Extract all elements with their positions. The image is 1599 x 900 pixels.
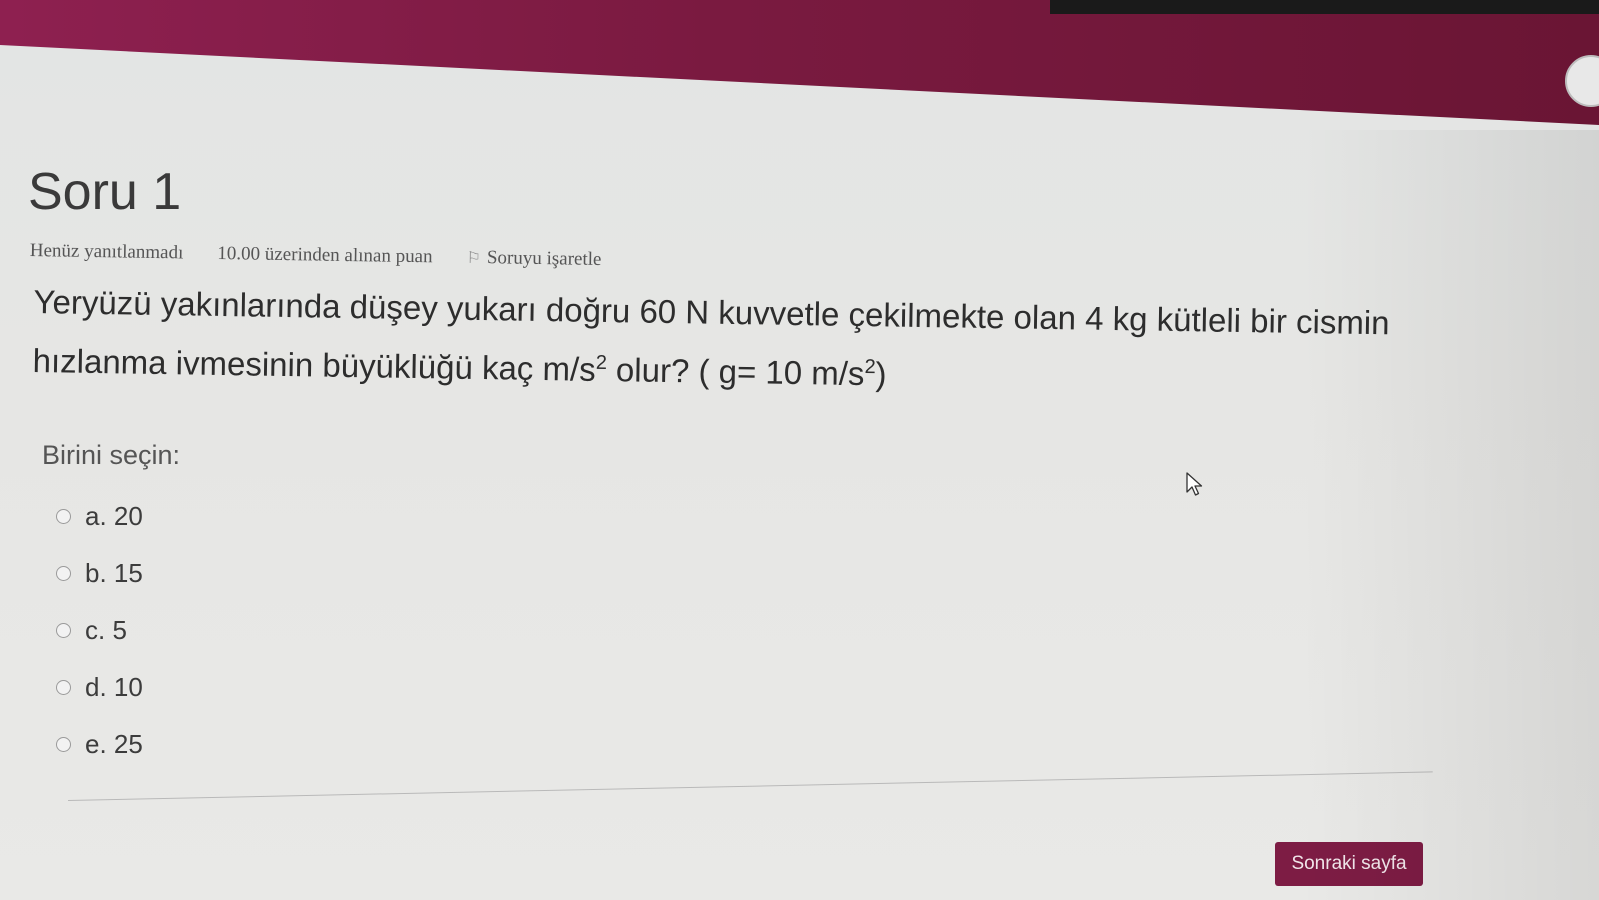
answer-list: a. 20 b. 15 c. 5 d. 10 e. 25 — [56, 488, 143, 773]
answer-option-b[interactable]: b. 15 — [56, 545, 143, 602]
question-title: Soru 1 — [28, 163, 182, 221]
flag-icon: ⚐ — [466, 249, 482, 268]
answer-option-c[interactable]: c. 5 — [56, 602, 143, 659]
answer-prompt: Birini seçin: — [42, 440, 181, 470]
question-text-part2: olur? ( g= 10 m/s — [606, 351, 865, 393]
question-status: Henüz yanıtlanmadı — [29, 240, 184, 264]
question-text-part3: ) — [875, 355, 887, 393]
question-text: Yeryüzü yakınlarında düşey yukarı doğru … — [32, 276, 1484, 410]
answer-label-b: b. 15 — [85, 558, 143, 588]
mouse-cursor-icon — [1186, 472, 1203, 496]
answer-radio-e[interactable] — [56, 737, 71, 752]
answer-label-e: e. 25 — [85, 729, 143, 759]
answer-option-a[interactable]: a. 20 — [56, 488, 143, 545]
answer-radio-b[interactable] — [56, 566, 71, 581]
answer-radio-c[interactable] — [56, 623, 71, 638]
page-content-area — [0, 45, 1599, 900]
answer-label-a: a. 20 — [85, 501, 143, 531]
answer-label-d: d. 10 — [85, 672, 143, 702]
answer-option-e[interactable]: e. 25 — [56, 716, 143, 773]
question-text-sup1: 2 — [595, 351, 608, 375]
answer-option-d[interactable]: d. 10 — [56, 659, 143, 716]
flag-question-link[interactable]: ⚐ Soruyu işaretle — [466, 247, 601, 271]
next-page-button[interactable]: Sonraki sayfa — [1275, 842, 1423, 886]
answer-label-c: c. 5 — [85, 615, 127, 645]
flag-question-label: Soruyu işaretle — [486, 247, 602, 270]
question-points: 10.00 üzerinden alınan puan — [217, 242, 433, 268]
question-text-sup2: 2 — [864, 356, 876, 379]
screen-bezel — [1050, 0, 1599, 14]
answer-radio-d[interactable] — [56, 680, 71, 695]
answer-radio-a[interactable] — [56, 509, 71, 524]
